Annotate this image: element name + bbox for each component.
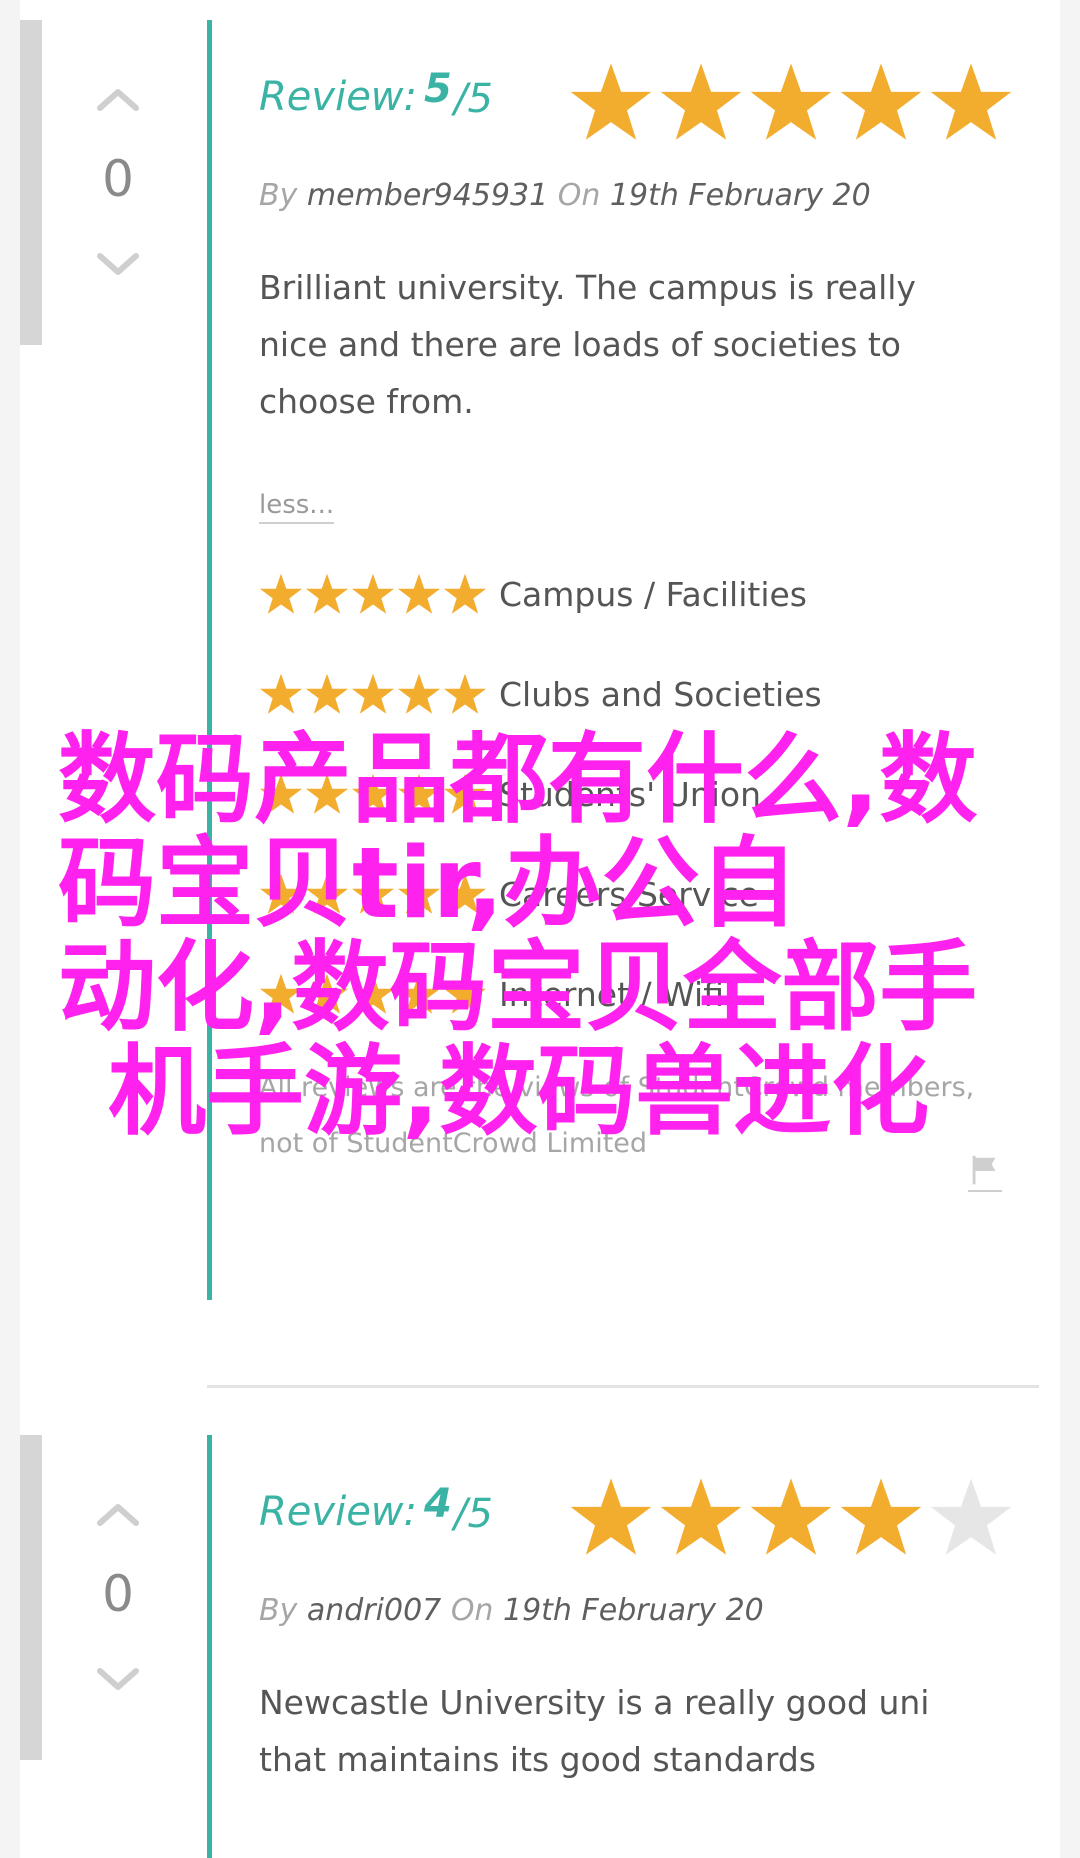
category-label: Internet / Wifi (499, 974, 724, 1014)
star-filled-icon (351, 973, 395, 1014)
review-content: Review: 5 /5 By member945931 On 19th Feb… (259, 60, 1039, 1172)
category-label: Clubs and Societies (499, 674, 822, 714)
upvote-chevron-up-icon[interactable] (96, 1503, 140, 1527)
star-filled-icon (750, 63, 832, 140)
review-score: 4 (424, 1481, 452, 1527)
vote-bar (20, 20, 42, 345)
star-filled-icon (840, 63, 922, 140)
on-label: On (557, 178, 601, 213)
review-card: 0 Review: 5 /5 By member945931 On 19th F… (20, 0, 1060, 1300)
overall-rating-stars (569, 1475, 1013, 1559)
category-stars (259, 672, 487, 716)
review-score-max: /5 (454, 1491, 493, 1537)
star-filled-icon (305, 873, 349, 914)
review-date: 19th February 20 (503, 1593, 764, 1628)
star-filled-icon (351, 773, 395, 814)
category-row: Campus / Facilities (259, 544, 1039, 644)
review-header: Review: 5 /5 (259, 60, 1039, 150)
star-filled-icon (351, 673, 395, 714)
less-link[interactable]: less... (259, 490, 335, 524)
star-filled-icon (570, 63, 652, 140)
star-filled-icon (660, 1478, 742, 1555)
review-disclaimer: All reviews are the views of StudentCrow… (259, 1072, 975, 1159)
category-row: Careers Service (259, 844, 1039, 944)
star-filled-icon (443, 973, 487, 1014)
downvote-chevron-down-icon[interactable] (96, 252, 140, 276)
star-filled-icon (660, 63, 742, 140)
star-filled-icon (443, 673, 487, 714)
star-filled-icon (840, 1478, 922, 1555)
vote-count: 0 (102, 1565, 134, 1623)
category-row: Clubs and Societies (259, 644, 1039, 744)
category-label: Careers Service (499, 874, 759, 914)
review-author[interactable]: member945931 (307, 178, 548, 213)
category-stars (259, 972, 487, 1016)
star-filled-icon (443, 573, 487, 614)
review-author[interactable]: andri007 (307, 1593, 441, 1628)
star-filled-icon (351, 573, 395, 614)
star-filled-icon (930, 63, 1012, 140)
star-filled-icon (397, 573, 441, 614)
review-text: Brilliant university. The campus is real… (259, 268, 916, 421)
star-filled-icon (259, 573, 303, 614)
star-filled-icon (259, 773, 303, 814)
category-row: Internet / Wifi (259, 944, 1039, 1044)
review-byline: By andri007 On 19th February 20 (259, 1593, 1039, 1628)
review-header: Review: 4 /5 (259, 1475, 1039, 1565)
star-filled-icon (351, 873, 395, 914)
upvote-chevron-up-icon[interactable] (96, 88, 140, 112)
star-filled-icon (397, 873, 441, 914)
review-divider (207, 1385, 1039, 1388)
report-flag-icon[interactable] (968, 1152, 1002, 1192)
category-row: Students' Union (259, 744, 1039, 844)
star-filled-icon (305, 773, 349, 814)
star-filled-icon (397, 973, 441, 1014)
review-score: 5 (424, 66, 452, 112)
on-label: On (450, 1593, 494, 1628)
category-stars (259, 572, 487, 616)
review-accent-line (207, 1435, 212, 1858)
review-content: Review: 4 /5 By andri007 On 19th Februar… (259, 1475, 1039, 1788)
star-filled-icon (305, 573, 349, 614)
star-filled-icon (305, 973, 349, 1014)
star-filled-icon (259, 873, 303, 914)
reviews-page: 0 Review: 5 /5 By member945931 On 19th F… (20, 0, 1060, 1858)
category-stars (259, 872, 487, 916)
review-label: Review: (259, 74, 417, 120)
review-byline: By member945931 On 19th February 20 (259, 178, 1039, 213)
category-label: Students' Union (499, 774, 762, 814)
by-label: By (259, 178, 298, 213)
review-card: 0 Review: 4 /5 By andri007 On 19th Febru… (20, 1435, 1060, 1858)
star-filled-icon (397, 673, 441, 714)
category-ratings: Campus / Facilities Clubs and Societies … (259, 544, 1039, 1044)
star-filled-icon (443, 873, 487, 914)
star-filled-icon (305, 673, 349, 714)
review-score-max: /5 (454, 76, 493, 122)
vote-count: 0 (102, 150, 134, 208)
review-text: Newcastle University is a really good un… (259, 1683, 930, 1779)
vote-bar (20, 1435, 42, 1760)
downvote-chevron-down-icon[interactable] (96, 1667, 140, 1691)
review-date: 19th February 20 (609, 178, 871, 213)
star-filled-icon (750, 1478, 832, 1555)
category-label: Campus / Facilities (499, 574, 807, 614)
review-label: Review: (259, 1489, 417, 1535)
star-filled-icon (570, 1478, 652, 1555)
overall-rating-stars (569, 60, 1013, 144)
star-filled-icon (259, 973, 303, 1014)
category-stars (259, 772, 487, 816)
review-accent-line (207, 20, 212, 1300)
star-empty-icon (930, 1478, 1012, 1555)
star-filled-icon (259, 673, 303, 714)
star-filled-icon (397, 773, 441, 814)
star-filled-icon (443, 773, 487, 814)
by-label: By (259, 1593, 298, 1628)
